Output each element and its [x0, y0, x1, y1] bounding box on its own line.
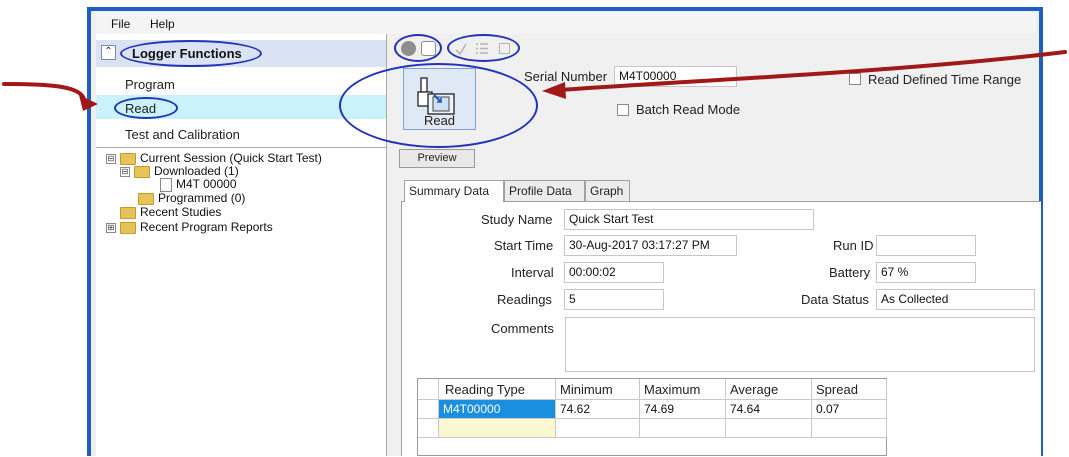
annotation-arrowhead-left — [79, 95, 98, 111]
annotation-arrows — [2, 50, 1067, 111]
annotation-arrowhead-right — [542, 82, 566, 99]
annotation-arrow-right — [558, 50, 1067, 92]
annotation-arrow-left — [2, 82, 86, 101]
